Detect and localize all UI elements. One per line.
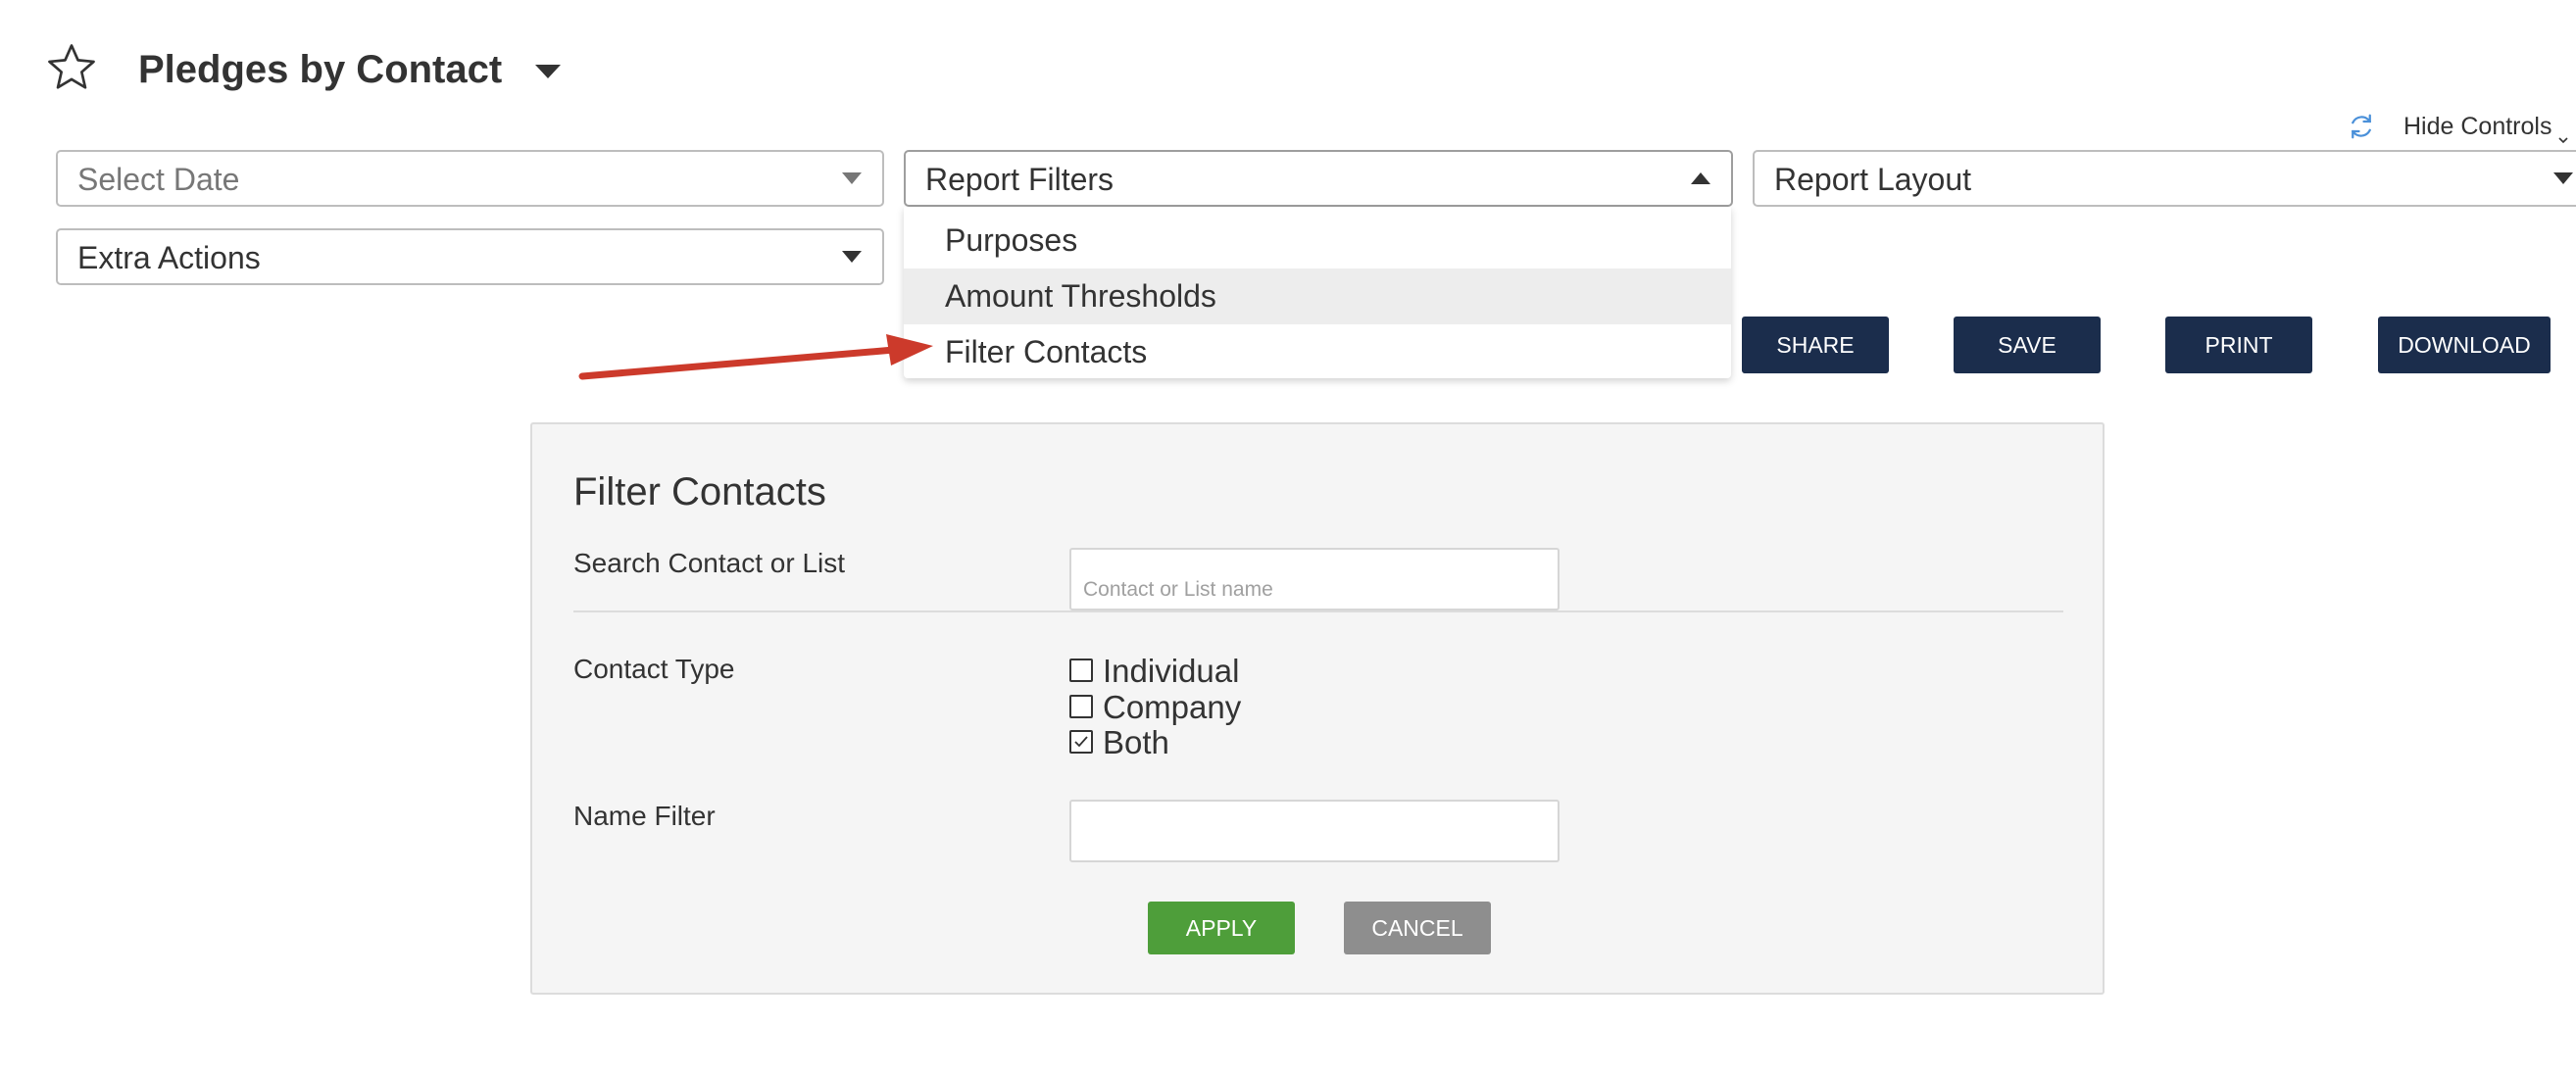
refresh-icon[interactable] [2347,112,2376,141]
filter-contacts-panel: Filter Contacts Search Contact or List C… [530,422,2105,995]
report-page: Pledges by Contact Hide Controls Select … [0,0,2576,1074]
menu-item-filter-contacts[interactable]: Filter Contacts [904,324,1731,380]
checkbox-checked-icon[interactable] [1069,730,1093,755]
page-title: Pledges by Contact [138,48,503,91]
contact-type-label: Contact Type [573,654,735,684]
caret-down-icon [2552,171,2574,185]
checkbox-company[interactable]: Company [1069,690,1241,725]
checkbox-unchecked-icon[interactable] [1069,659,1093,683]
name-filter-input[interactable] [1069,800,1560,862]
checkbox-unchecked-icon[interactable] [1069,695,1093,719]
share-button[interactable]: SHARE [1742,317,1889,373]
favorite-star-icon[interactable] [45,41,98,94]
select-date-dropdown[interactable]: Select Date [56,150,884,207]
save-button[interactable]: SAVE [1954,317,2101,373]
menu-item-amount-thresholds[interactable]: Amount Thresholds [904,268,1731,324]
menu-item-purposes[interactable]: Purposes [904,213,1731,268]
checkbox-both[interactable]: Both [1069,725,1169,760]
download-button[interactable]: DOWNLOAD [2378,317,2551,373]
caret-down-icon [841,250,863,264]
checkbox-label: Company [1103,689,1242,725]
caret-up-icon [1690,171,1711,185]
report-filters-label: Report Filters [925,162,1115,197]
checkbox-label: Both [1103,724,1169,760]
report-layout-dropdown[interactable]: Report Layout [1753,150,2576,207]
extra-actions-dropdown[interactable]: Extra Actions [56,228,884,285]
print-button[interactable]: PRINT [2165,317,2312,373]
chevron-down-icon [2557,122,2569,144]
apply-button[interactable]: APPLY [1148,902,1295,954]
search-contact-input[interactable] [1069,548,1560,610]
select-date-label: Select Date [77,162,240,197]
report-layout-label: Report Layout [1774,162,1972,197]
search-contact-label: Search Contact or List [573,548,846,578]
extra-actions-label: Extra Actions [77,240,261,275]
hide-controls-toggle[interactable]: Hide Controls [2403,110,2569,144]
report-filters-menu: Purposes Amount Thresholds Filter Contac… [904,207,1731,378]
caret-down-icon [841,171,863,185]
divider [573,610,2063,612]
report-filters-dropdown[interactable]: Report Filters [904,150,1733,207]
cancel-button[interactable]: CANCEL [1344,902,1491,954]
checkbox-label: Individual [1103,653,1240,689]
annotation-arrow-icon [578,334,933,380]
hide-controls-label: Hide Controls [2403,113,2552,140]
name-filter-label: Name Filter [573,801,716,831]
panel-title: Filter Contacts [573,470,826,513]
title-menu-caret-down-icon[interactable] [533,63,563,80]
checkbox-individual[interactable]: Individual [1069,654,1239,689]
